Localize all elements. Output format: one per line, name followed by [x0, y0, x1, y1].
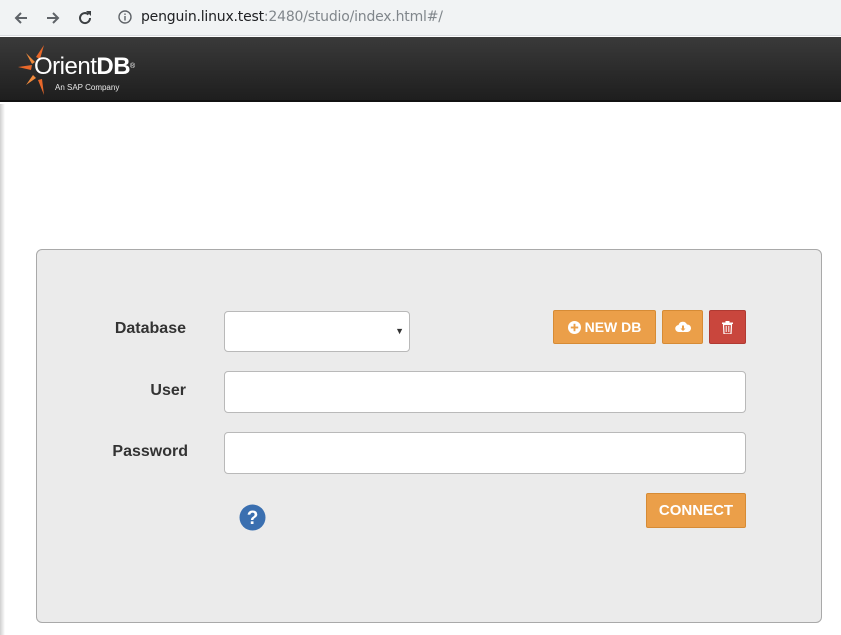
new-db-label: NEW DB — [584, 319, 642, 335]
back-button[interactable] — [9, 6, 33, 30]
question-circle-icon[interactable]: ? — [239, 504, 266, 531]
svg-text:?: ? — [247, 508, 259, 529]
info-icon[interactable] — [118, 10, 132, 24]
trash-icon — [722, 320, 733, 334]
password-label: Password — [112, 443, 188, 460]
url-text[interactable]: penguin.linux.test:2480/studio/index.htm… — [141, 9, 443, 26]
forward-button[interactable] — [41, 6, 65, 30]
plus-circle-icon — [567, 320, 581, 334]
arrow-right-icon — [47, 12, 60, 24]
database-label: Database — [114, 320, 186, 337]
password-input[interactable] — [224, 432, 746, 474]
logo-subtitle: An SAP Company — [55, 83, 120, 92]
chevron-down-icon: ▼ — [395, 326, 404, 336]
app-header: OrientDB® An SAP Company — [0, 37, 841, 102]
user-label: User — [150, 382, 186, 399]
logo-wordmark: OrientDB® — [34, 53, 135, 80]
reload-icon — [79, 11, 92, 25]
user-input[interactable] — [224, 371, 746, 413]
browser-toolbar: penguin.linux.test:2480/studio/index.htm… — [0, 0, 841, 36]
import-db-button[interactable] — [662, 310, 703, 344]
url-host: penguin.linux.test — [141, 9, 264, 25]
connect-button[interactable]: CONNECT — [646, 493, 746, 528]
arrow-left-icon — [14, 12, 27, 24]
reload-button[interactable] — [73, 6, 97, 30]
delete-db-button[interactable] — [709, 310, 746, 344]
database-select[interactable]: ▼ — [224, 311, 410, 352]
new-db-button[interactable]: NEW DB — [553, 310, 656, 344]
address-bar[interactable]: penguin.linux.test:2480/studio/index.htm… — [108, 4, 841, 31]
content-edge — [0, 104, 5, 635]
orientdb-logo[interactable]: OrientDB® An SAP Company — [18, 45, 158, 95]
cloud-download-icon — [674, 321, 691, 332]
url-path: :2480/studio/index.html#/ — [263, 9, 443, 25]
